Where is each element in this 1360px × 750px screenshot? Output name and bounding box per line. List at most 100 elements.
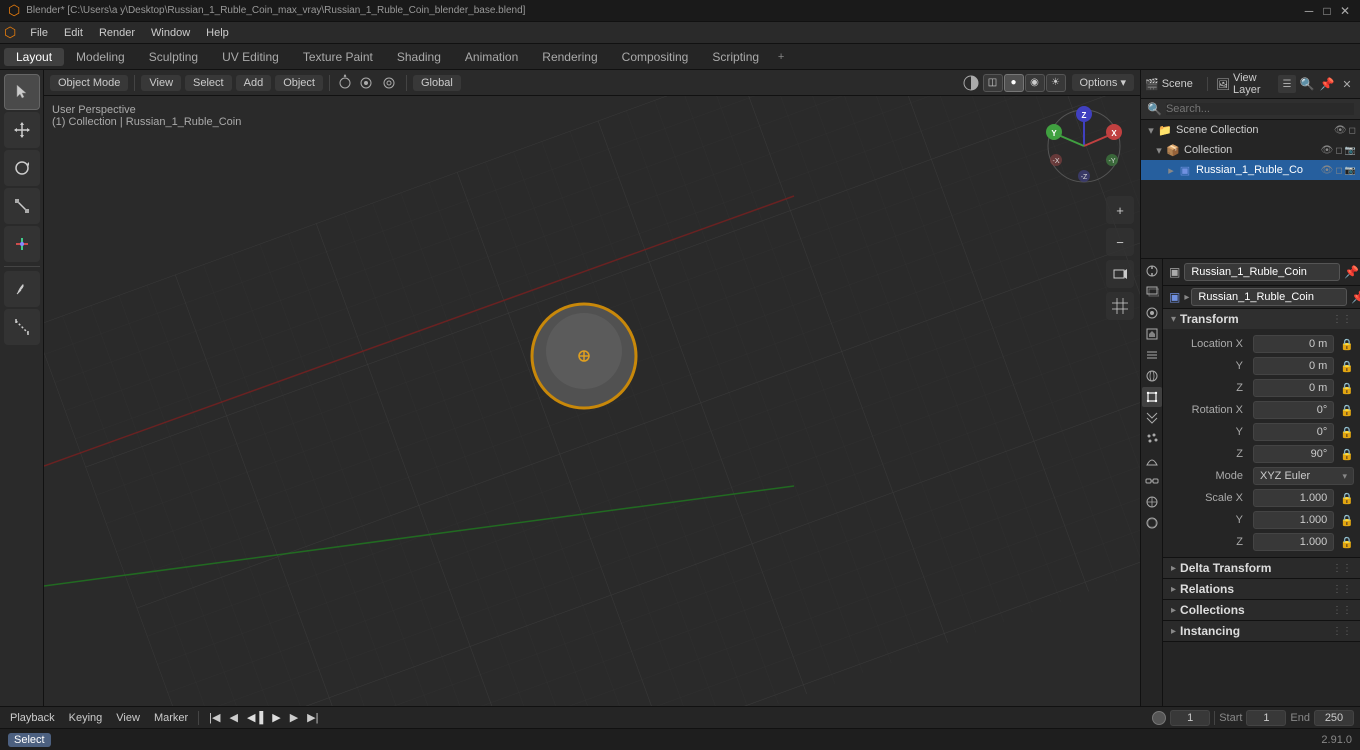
select-icon-coin[interactable]: ◻ <box>1335 165 1342 176</box>
props-tab-particles[interactable] <box>1142 429 1162 449</box>
coin-object[interactable] <box>524 296 644 416</box>
outliner-coin[interactable]: ▸ ▣ Russian_1_Ruble_Co 👁 ◻ 📷 <box>1141 160 1360 180</box>
props-tab-renderlayer[interactable] <box>1142 282 1162 302</box>
menu-window[interactable]: Window <box>143 25 198 41</box>
relations-section[interactable]: ▸ Relations ⋮⋮ <box>1163 579 1360 600</box>
step-forward-button[interactable]: ▶ <box>286 709 302 726</box>
material-mode-btn[interactable]: ◉ <box>1025 74 1045 92</box>
location-z-value[interactable]: 0 m <box>1253 379 1334 397</box>
collection-expand[interactable]: ▾ <box>1153 144 1165 157</box>
visibility-icon[interactable]: 👁 <box>1334 125 1347 136</box>
props-tab-world[interactable] <box>1142 366 1162 386</box>
measure-tool[interactable] <box>4 309 40 345</box>
viewport[interactable]: Object Mode View Select Add Object Globa… <box>44 70 1140 706</box>
object-menu[interactable]: Object <box>275 75 323 91</box>
scene-header-pin[interactable]: 📌 <box>1318 75 1336 93</box>
visibility-icon-coin[interactable]: 👁 <box>1321 165 1334 176</box>
start-frame-input[interactable] <box>1246 710 1286 726</box>
tab-sculpting[interactable]: Sculpting <box>137 48 210 66</box>
play-button[interactable]: ▶ <box>268 709 284 726</box>
scene-header-close[interactable]: ✕ <box>1338 75 1356 93</box>
scene-selector[interactable]: 🎬 Scene <box>1145 78 1203 91</box>
jump-end-button[interactable]: ▶| <box>303 709 322 726</box>
scale-z-lock[interactable]: 🔒 <box>1340 536 1354 549</box>
props-tab-output[interactable] <box>1142 324 1162 344</box>
solid-mode-btn[interactable]: ● <box>1004 74 1024 92</box>
outliner-scene-collection[interactable]: ▾ 📁 Scene Collection 👁 ◻ <box>1141 120 1360 140</box>
keying-menu[interactable]: Keying <box>65 710 107 726</box>
select-icon-c[interactable]: ◻ <box>1335 145 1342 156</box>
pin-icon[interactable]: 📌 <box>1344 265 1359 279</box>
collections-section[interactable]: ▸ Collections ⋮⋮ <box>1163 600 1360 621</box>
scale-x-value[interactable]: 1.000 <box>1253 489 1334 507</box>
tab-compositing[interactable]: Compositing <box>610 48 701 66</box>
rotation-z-value[interactable]: 90° <box>1253 445 1334 463</box>
instancing-section[interactable]: ▸ Instancing ⋮⋮ <box>1163 621 1360 642</box>
outliner-display-mode[interactable]: ☰ <box>1278 75 1296 93</box>
props-tab-material[interactable] <box>1142 513 1162 533</box>
minimize-button[interactable]: ─ <box>1302 4 1316 18</box>
menu-file[interactable]: File <box>22 25 56 41</box>
rotation-y-value[interactable]: 0° <box>1253 423 1334 441</box>
transform-header[interactable]: ▾ Transform ⋮⋮ <box>1163 309 1360 329</box>
menu-help[interactable]: Help <box>198 25 237 41</box>
cursor-tool[interactable] <box>4 74 40 110</box>
props-tab-viewlayer[interactable] <box>1142 345 1162 365</box>
delta-transform-options[interactable]: ⋮⋮ <box>1332 563 1352 574</box>
rotation-mode-dropdown[interactable]: XYZ Euler ▾ <box>1253 467 1354 485</box>
select-status-button[interactable]: Select <box>8 733 51 747</box>
wireframe-mode-btn[interactable]: ◫ <box>983 74 1003 92</box>
data-name-pin[interactable]: 📌 <box>1351 290 1360 304</box>
tab-shading[interactable]: Shading <box>385 48 453 66</box>
scale-z-value[interactable]: 1.000 <box>1253 533 1334 551</box>
tab-scripting[interactable]: Scripting <box>700 48 771 66</box>
tab-animation[interactable]: Animation <box>453 48 530 66</box>
outliner-search-input[interactable] <box>1166 103 1354 115</box>
view-menu[interactable]: View <box>141 75 181 91</box>
location-x-value[interactable]: 0 m <box>1253 335 1334 353</box>
relations-options[interactable]: ⋮⋮ <box>1332 584 1352 595</box>
outliner-filter[interactable]: 🔍 <box>1298 75 1316 93</box>
object-mode-dropdown[interactable]: Object Mode <box>50 75 128 91</box>
rotation-y-lock[interactable]: 🔒 <box>1340 426 1354 439</box>
location-y-lock[interactable]: 🔒 <box>1340 360 1354 373</box>
transform-global-dropdown[interactable]: Global <box>413 75 461 91</box>
props-tab-physics[interactable] <box>1142 450 1162 470</box>
location-z-lock[interactable]: 🔒 <box>1340 382 1354 395</box>
render-icon-c[interactable]: 📷 <box>1345 145 1356 156</box>
maximize-button[interactable]: □ <box>1320 4 1334 18</box>
tab-texture-paint[interactable]: Texture Paint <box>291 48 385 66</box>
zoom-out-button[interactable]: − <box>1106 228 1134 256</box>
add-menu[interactable]: Add <box>236 75 272 91</box>
coin-expand[interactable]: ▸ <box>1165 164 1177 177</box>
move-tool[interactable] <box>4 112 40 148</box>
rotation-x-value[interactable]: 0° <box>1253 401 1334 419</box>
tab-uv-editing[interactable]: UV Editing <box>210 48 291 66</box>
playback-menu[interactable]: Playback <box>6 710 59 726</box>
nav-gizmo[interactable]: Z X Y -X -Y -Z <box>1044 106 1124 186</box>
rotation-x-lock[interactable]: 🔒 <box>1340 404 1354 417</box>
rotate-tool[interactable] <box>4 150 40 186</box>
location-y-value[interactable]: 0 m <box>1253 357 1334 375</box>
location-x-lock[interactable]: 🔒 <box>1340 338 1354 351</box>
marker-menu[interactable]: Marker <box>150 710 192 726</box>
options-button[interactable]: Options ▾ <box>1072 74 1135 91</box>
transform-tool[interactable] <box>4 226 40 262</box>
scale-y-value[interactable]: 1.000 <box>1253 511 1334 529</box>
render-icon-coin[interactable]: 📷 <box>1345 165 1356 176</box>
props-tab-data[interactable] <box>1142 492 1162 512</box>
instancing-options[interactable]: ⋮⋮ <box>1332 626 1352 637</box>
annotate-tool[interactable] <box>4 271 40 307</box>
end-frame-input[interactable] <box>1314 710 1354 726</box>
viewlayer-selector[interactable]: 🖼 View Layer <box>1212 72 1274 96</box>
tab-layout[interactable]: Layout <box>4 48 64 66</box>
scale-y-lock[interactable]: 🔒 <box>1340 514 1354 527</box>
select-menu[interactable]: Select <box>185 75 232 91</box>
current-frame-input[interactable] <box>1170 710 1210 726</box>
play-back-button[interactable]: ◀▐ <box>243 709 267 726</box>
rotation-z-lock[interactable]: 🔒 <box>1340 448 1354 461</box>
collections-options[interactable]: ⋮⋮ <box>1332 605 1352 616</box>
scale-x-lock[interactable]: 🔒 <box>1340 492 1354 505</box>
step-back-button[interactable]: ◀ <box>226 709 242 726</box>
titlebar-controls[interactable]: ─ □ ✕ <box>1302 4 1352 18</box>
